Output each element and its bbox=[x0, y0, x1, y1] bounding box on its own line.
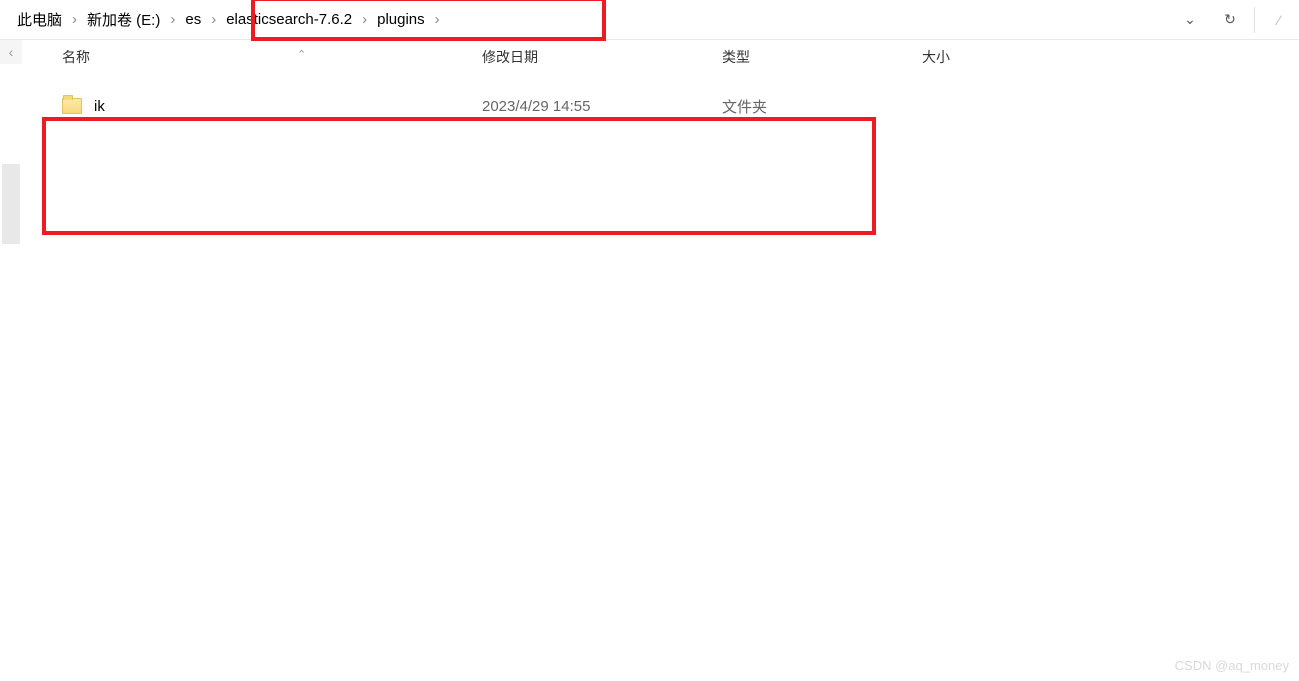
chevron-right-icon[interactable]: › bbox=[430, 0, 445, 39]
search-placeholder-icon: ⁄ bbox=[1278, 12, 1280, 28]
main-area: ‹ 名称 修改日期 类型 大小 ⌃ ik 2023/4/29 14:55 文件夹 bbox=[0, 40, 1299, 681]
chevron-right-icon[interactable]: › bbox=[67, 0, 82, 39]
breadcrumb: 此电脑 › 新加卷 (E:) › es › elasticsearch-7.6.… bbox=[0, 0, 1170, 39]
chevron-right-icon[interactable]: › bbox=[357, 0, 372, 39]
file-modified: 2023/4/29 14:55 bbox=[482, 98, 722, 115]
side-gutter: ‹ bbox=[0, 40, 22, 681]
sort-indicator-icon: ⌃ bbox=[297, 48, 306, 61]
watermark: CSDN @aq_money bbox=[1175, 658, 1289, 673]
file-name: ik bbox=[94, 98, 105, 115]
history-dropdown-button[interactable]: ⌄ bbox=[1170, 0, 1210, 39]
chevron-right-icon[interactable]: › bbox=[165, 0, 180, 39]
collapse-arrow-icon[interactable]: ‹ bbox=[0, 40, 22, 64]
file-list: ik 2023/4/29 14:55 文件夹 bbox=[22, 74, 1299, 124]
file-type: 文件夹 bbox=[722, 96, 922, 117]
breadcrumb-item-plugins[interactable]: plugins bbox=[372, 0, 430, 39]
column-header-size[interactable]: 大小 bbox=[922, 47, 1072, 67]
column-header-modified[interactable]: 修改日期 bbox=[482, 47, 722, 67]
file-list-content: 名称 修改日期 类型 大小 ⌃ ik 2023/4/29 14:55 文件夹 bbox=[22, 40, 1299, 681]
folder-icon bbox=[62, 98, 82, 114]
address-bar-controls: ⌄ ↻ ⁄ bbox=[1170, 0, 1299, 39]
column-header-type[interactable]: 类型 bbox=[722, 47, 922, 67]
chevron-right-icon[interactable]: › bbox=[206, 0, 221, 39]
search-area[interactable]: ⁄ bbox=[1259, 0, 1299, 39]
breadcrumb-item-pc[interactable]: 此电脑 bbox=[12, 0, 67, 39]
chevron-down-icon: ⌄ bbox=[1184, 11, 1196, 28]
file-name-cell: ik bbox=[62, 98, 482, 115]
scrollbar-thumb[interactable] bbox=[2, 164, 20, 244]
breadcrumb-item-elasticsearch[interactable]: elasticsearch-7.6.2 bbox=[221, 0, 357, 39]
column-headers: 名称 修改日期 类型 大小 ⌃ bbox=[22, 40, 1299, 74]
refresh-button[interactable]: ↻ bbox=[1210, 0, 1250, 39]
list-item[interactable]: ik 2023/4/29 14:55 文件夹 bbox=[62, 88, 1299, 124]
breadcrumb-item-es[interactable]: es bbox=[180, 0, 206, 39]
breadcrumb-item-drive[interactable]: 新加卷 (E:) bbox=[82, 0, 165, 39]
column-header-name[interactable]: 名称 bbox=[62, 47, 482, 67]
refresh-icon: ↻ bbox=[1224, 11, 1236, 28]
address-bar: 此电脑 › 新加卷 (E:) › es › elasticsearch-7.6.… bbox=[0, 0, 1299, 40]
divider bbox=[1254, 7, 1255, 33]
